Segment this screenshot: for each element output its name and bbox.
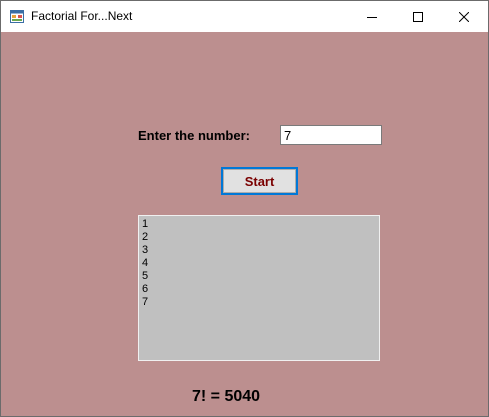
number-input[interactable]	[280, 125, 382, 145]
number-prompt-label: Enter the number:	[138, 128, 250, 143]
minimize-icon	[367, 16, 377, 18]
listbox-items: 1234567	[139, 216, 379, 309]
close-icon	[459, 11, 469, 22]
list-item[interactable]: 6	[139, 283, 379, 296]
start-button[interactable]: Start	[221, 167, 298, 195]
factorial-result-label: 7! = 5040	[192, 388, 261, 405]
minimize-button[interactable]	[349, 1, 395, 32]
list-item[interactable]: 3	[139, 244, 379, 257]
list-item[interactable]: 5	[139, 270, 379, 283]
maximize-icon	[413, 11, 423, 22]
app-form-icon	[10, 10, 24, 23]
close-button[interactable]	[441, 1, 487, 32]
title-bar[interactable]: Factorial For...Next	[1, 1, 488, 32]
list-item[interactable]: 2	[139, 231, 379, 244]
maximize-button[interactable]	[395, 1, 441, 32]
window-title: Factorial For...Next	[31, 9, 133, 23]
form-client-area: Enter the number: Start 1234567 7! = 504…	[1, 32, 488, 416]
list-item[interactable]: 4	[139, 257, 379, 270]
list-item[interactable]: 1	[139, 218, 379, 231]
results-listbox[interactable]: 1234567	[138, 215, 380, 361]
list-item[interactable]: 7	[139, 296, 379, 309]
start-button-inner-border	[223, 169, 296, 193]
app-window: Factorial For...Next Enter the number: S…	[0, 0, 489, 417]
